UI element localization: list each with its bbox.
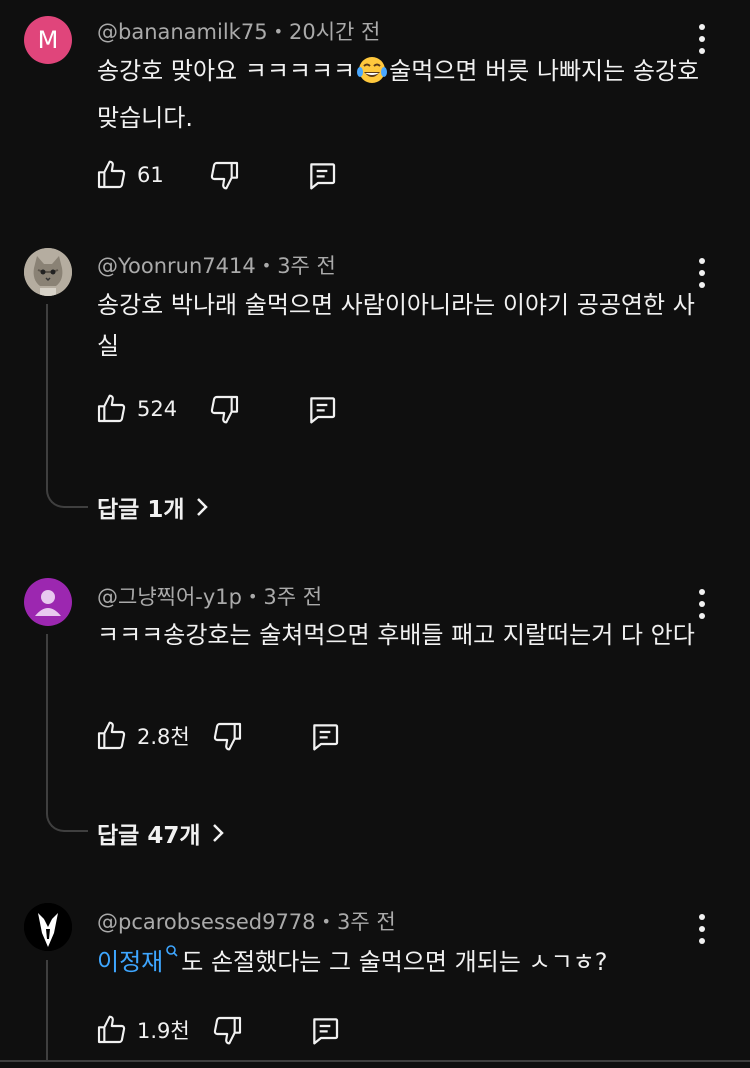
avatar[interactable]: [24, 903, 72, 951]
thumbs-up-icon: [97, 721, 126, 750]
like-button[interactable]: 524: [95, 393, 177, 425]
mention-link[interactable]: 이정재: [97, 948, 163, 976]
author-handle[interactable]: @bananamilk75: [97, 20, 268, 44]
thumbs-down-icon[interactable]: [209, 393, 241, 425]
comment-text: 송강호 맞아요 ㅋㅋㅋㅋㅋ 술먹으면 버릇 나빠지는 송강호 맞습니다.: [97, 55, 700, 132]
default-user-icon: [35, 590, 61, 616]
reply-icon[interactable]: [308, 1014, 342, 1046]
comment-actions: 1.9천: [95, 1012, 342, 1048]
thumbs-up-icon: [97, 1015, 126, 1044]
comment-meta: @Yoonrun7414 • 3주 전: [97, 254, 336, 278]
view-replies-button[interactable]: 답글 47개: [97, 816, 225, 850]
cat-photo-icon: [24, 248, 72, 296]
comment-time: 20시간 전: [289, 20, 381, 44]
comment-time: 3주 전: [336, 910, 396, 934]
search-icon: [166, 945, 178, 957]
comment-text: ㅋㅋㅋ송강호는 술쳐먹으면 후배들 패고 지랄떠는거 다 안다: [97, 621, 695, 649]
replies-label: 답글 1개: [97, 497, 185, 523]
thumbs-down-icon[interactable]: [209, 159, 241, 191]
like-count: 1.9천: [137, 1019, 190, 1043]
thumbs-down-icon[interactable]: [212, 1014, 244, 1046]
thread-line: [46, 960, 48, 1060]
reply-icon[interactable]: [305, 393, 339, 425]
comment-actions: 2.8천: [95, 718, 342, 754]
author-handle[interactable]: @Yoonrun7414: [97, 254, 256, 278]
like-button[interactable]: 1.9천: [95, 1014, 190, 1046]
like-count: 61: [137, 163, 164, 187]
divider: [0, 1060, 750, 1062]
more-options-icon[interactable]: [690, 258, 714, 288]
avatar[interactable]: [24, 578, 72, 626]
like-button[interactable]: 61: [95, 159, 164, 191]
comment-meta: @그냥찍어-y1p • 3주 전: [97, 585, 323, 609]
comment-time: 3주 전: [263, 585, 323, 609]
replies-label: 답글 47개: [97, 823, 201, 849]
comment-text: 이정재 도 손절했다는 그 술먹으면 개되는 ㅅㄱㅎ?: [97, 942, 707, 983]
comment-meta: @pcarobsessed9778 • 3주 전: [97, 910, 396, 934]
more-options-icon[interactable]: [690, 914, 714, 944]
comment-actions: 524: [95, 391, 339, 427]
thread-line: [46, 304, 88, 508]
comment-actions: 61: [95, 157, 339, 193]
more-options-icon[interactable]: [690, 24, 714, 54]
comment-meta: @bananamilk75 • 20시간 전: [97, 20, 381, 44]
face-with-tears-of-joy-icon: [356, 55, 388, 98]
author-handle[interactable]: @그냥찍어-y1p: [97, 585, 242, 609]
suit-figure-icon: [24, 903, 72, 951]
like-count: 524: [137, 397, 178, 421]
thumbs-up-icon: [97, 160, 126, 189]
author-handle[interactable]: @pcarobsessed9778: [97, 910, 316, 934]
thumbs-down-icon[interactable]: [212, 720, 244, 752]
avatar[interactable]: [24, 248, 72, 296]
avatar[interactable]: M: [24, 16, 72, 64]
comment-text: 송강호 박나래 술먹으면 사람이아니라는 이야기 공공연한 사실: [97, 291, 695, 360]
like-count: 2.8천: [137, 725, 190, 749]
view-replies-button[interactable]: 답글 1개: [97, 490, 209, 524]
comment-time: 3주 전: [277, 254, 336, 278]
thumbs-up-icon: [97, 394, 126, 423]
like-button[interactable]: 2.8천: [95, 720, 190, 752]
reply-icon[interactable]: [308, 720, 342, 752]
reply-icon[interactable]: [305, 159, 339, 191]
thread-line: [46, 634, 88, 832]
chevron-right-icon: [212, 824, 224, 842]
chevron-right-icon: [196, 498, 208, 516]
